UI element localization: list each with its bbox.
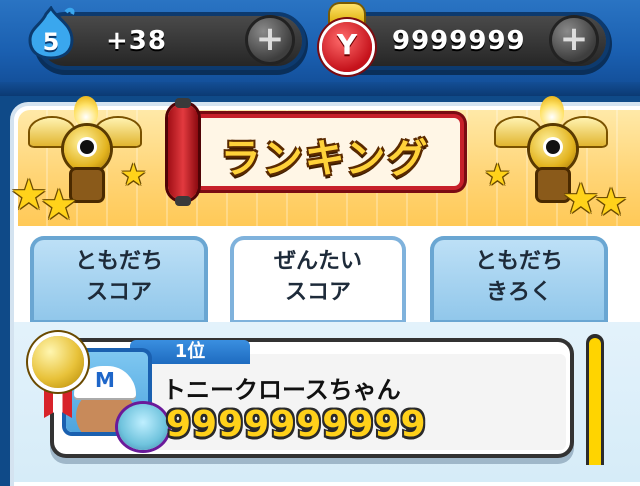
plus-icon: + [255,19,285,59]
rank-label: 1位 [174,341,206,362]
title-scroll: ランキング [160,98,470,206]
tab-friends-score[interactable]: ともだち スコア [30,236,208,324]
add-stamina-button[interactable]: + [248,18,292,62]
star-icon: ★ [484,158,511,193]
tab-label: ともだち スコア [74,249,163,305]
tab-overall-score[interactable]: ぜんたい スコア [230,236,406,324]
star-icon: ★ [40,180,78,229]
yokai-companion-icon [118,404,168,450]
tab-label: ともだち きろく [474,249,563,305]
star-icon: ★ [120,158,147,193]
player-score: 9999999999 [166,404,427,445]
banner-title: ランキング [220,136,430,182]
gold-medal-icon [32,336,84,388]
stamina-bonus: +38 [106,26,167,56]
star-icon: ★ [594,180,629,224]
tab-label: ぜんたい スコア [273,249,362,305]
money-icon-letter: Y [336,28,358,61]
avatar-cap-letter: M [95,368,115,392]
player-name: トニークロースちゃん [162,376,401,404]
plus-icon: + [559,19,589,59]
stamina-count: 5 [42,28,60,56]
tab-friends-record[interactable]: ともだち きろく [430,236,608,324]
scrollbar-thumb[interactable] [589,338,601,465]
add-money-button[interactable]: + [552,18,596,62]
money-amount: 9999999 [392,26,526,56]
